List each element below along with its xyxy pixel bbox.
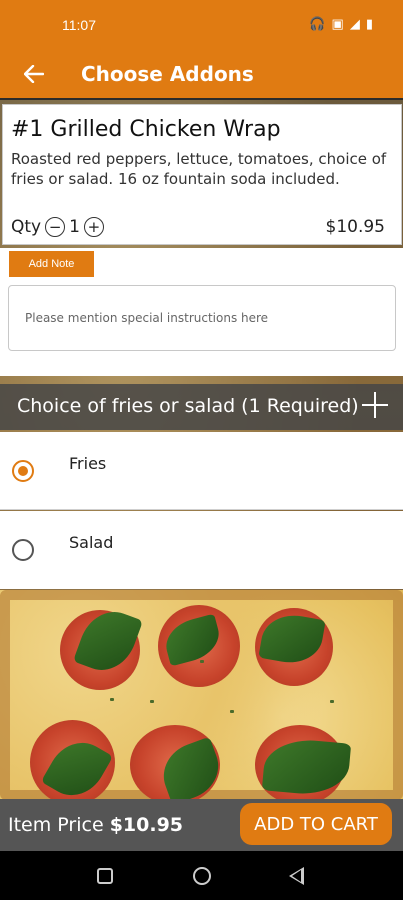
recents-icon[interactable] <box>97 868 113 884</box>
arrow-left-icon <box>24 65 44 83</box>
herb-fleck <box>230 710 234 713</box>
item-price: $10.95 <box>325 217 385 237</box>
note-placeholder: Please mention special instructions here <box>25 311 269 325</box>
herb-fleck <box>330 700 334 703</box>
add-to-cart-button[interactable]: ADD TO CART <box>240 803 392 845</box>
status-bar: 11:07 🎧 ▣ ◢ ▮ <box>0 0 403 52</box>
back-triangle-icon[interactable] <box>289 867 304 885</box>
herb-fleck <box>200 660 204 663</box>
footer-price-label: Item Price <box>8 814 110 836</box>
headphones-icon: 🎧 <box>309 16 326 31</box>
signal-icon: ◢ <box>349 16 360 31</box>
plus-icon[interactable] <box>362 392 388 418</box>
item-card: #1 Grilled Chicken Wrap Roasted red pepp… <box>2 104 402 245</box>
option-label: Fries <box>69 454 107 473</box>
page-title: Choose Addons <box>81 62 254 86</box>
qty-label: Qty <box>11 217 42 237</box>
item-title: #1 Grilled Chicken Wrap <box>11 117 281 142</box>
special-instructions-input[interactable]: Please mention special instructions here <box>8 285 396 351</box>
item-description: Roasted red peppers, lettuce, tomatoes, … <box>11 150 387 188</box>
footer-price: Item Price $10.95 <box>8 814 183 836</box>
back-button[interactable] <box>18 58 50 90</box>
quantity-stepper: Qty − 1 + <box>11 217 104 237</box>
footer-price-value: $10.95 <box>109 814 184 836</box>
radio-fries[interactable] <box>12 460 34 482</box>
qty-value: 1 <box>69 217 80 237</box>
bottom-bar: Item Price $10.95 ADD TO CART <box>0 799 403 851</box>
option-row-fries[interactable]: Fries <box>0 432 403 510</box>
add-note-button[interactable]: Add Note <box>9 251 94 277</box>
note-section: Add Note Please mention special instruct… <box>0 248 403 376</box>
addon-group-header[interactable]: Choice of fries or salad (1 Required) <box>0 384 403 430</box>
status-time: 11:07 <box>62 17 96 33</box>
herb-fleck <box>150 700 154 703</box>
increase-qty-button[interactable]: + <box>83 217 104 237</box>
option-row-salad[interactable]: Salad <box>0 511 403 589</box>
system-nav-bar <box>0 851 403 900</box>
card-icon: ▣ <box>331 16 344 31</box>
status-icons: 🎧 ▣ ◢ ▮ <box>309 16 373 32</box>
radio-salad[interactable] <box>12 539 34 561</box>
addon-group-title: Choice of fries or salad (1 Required) <box>17 395 359 417</box>
decrease-qty-button[interactable]: − <box>45 217 66 237</box>
herb-fleck <box>110 698 114 701</box>
app-bar: Choose Addons <box>0 52 403 98</box>
option-label: Salad <box>69 533 114 552</box>
battery-icon: ▮ <box>365 16 373 31</box>
home-icon[interactable] <box>193 867 211 885</box>
